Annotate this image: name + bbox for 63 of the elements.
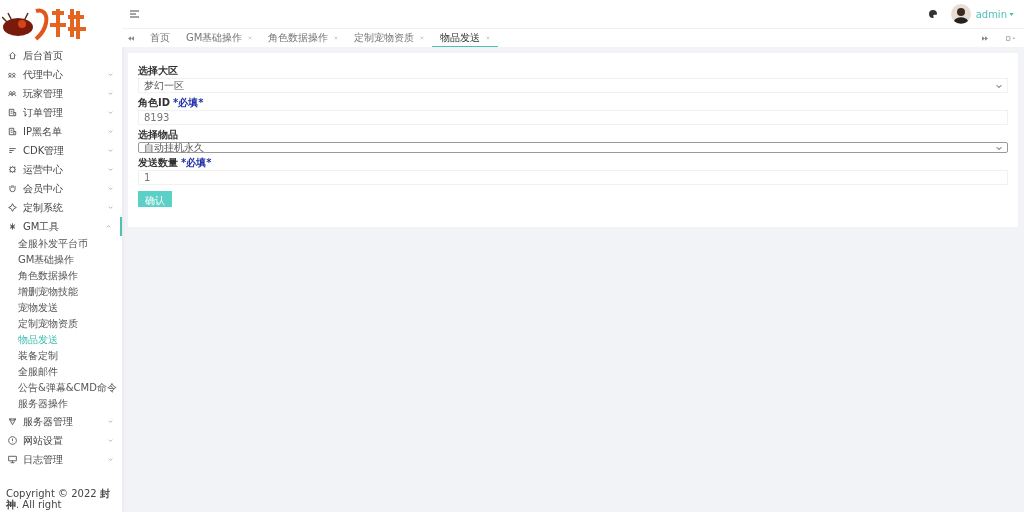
submenu-item[interactable]: 装备定制 [0, 348, 122, 364]
chevron-icon [107, 418, 114, 425]
copyright-text: Copyright © 2022 封神. All right [5, 488, 111, 512]
chevron-icon [107, 71, 114, 78]
chevron-icon [107, 128, 114, 135]
menu-item[interactable]: 日志管理 [0, 450, 122, 469]
close-icon[interactable] [334, 35, 339, 40]
required-note: *必填* [181, 157, 212, 168]
tab[interactable]: 定制宠物资质 [346, 29, 433, 47]
select-field[interactable]: 自动挂机永久 [138, 142, 1008, 153]
chevron-icon [107, 456, 114, 463]
chevron-icon [107, 185, 114, 192]
menu-item[interactable]: 后台首页 [0, 46, 122, 65]
chevron-icon [107, 204, 114, 211]
menu-item[interactable]: 玩家管理 [0, 84, 122, 103]
chevron-icon [107, 437, 114, 444]
input-field[interactable]: 8193 [138, 110, 1008, 125]
input-field[interactable]: 1 [138, 170, 1008, 185]
close-icon[interactable] [420, 35, 425, 40]
menu-item[interactable]: 定制系统 [0, 198, 122, 217]
menu-item[interactable]: 服务器管理 [0, 412, 122, 431]
close-icon[interactable] [248, 35, 253, 40]
menu-item[interactable]: 会员中心 [0, 179, 122, 198]
field-label: 发送数量 [138, 157, 178, 168]
menu-item[interactable]: CDK管理 [0, 141, 122, 160]
submenu-item[interactable]: 增删宠物技能 [0, 284, 122, 300]
chevron-icon [107, 109, 114, 116]
scroll-left-icon[interactable] [128, 35, 134, 41]
submenu-item[interactable]: 定制宠物资质 [0, 316, 122, 332]
avatar[interactable] [950, 4, 971, 24]
chevron-icon [996, 144, 1002, 151]
tab[interactable]: 角色数据操作 [260, 29, 347, 47]
menu-item[interactable]: 网站设置 [0, 431, 122, 450]
required-note: *必填* [173, 97, 204, 108]
submenu-item[interactable]: 全服邮件 [0, 364, 122, 380]
chevron-icon [107, 147, 114, 154]
chevron-icon [107, 166, 114, 173]
submenu-item[interactable]: 公告&弹幕&CMD命令 [0, 380, 122, 396]
scroll-right-icon[interactable] [982, 35, 988, 41]
caret-icon [1009, 12, 1014, 16]
chevron-icon [996, 82, 1002, 89]
menu-item[interactable]: 代理中心 [0, 65, 122, 84]
submenu-item[interactable]: 全服补发平台币 [0, 236, 122, 252]
chevron-icon [107, 90, 114, 97]
chevron-icon [105, 223, 112, 230]
tab-menu-icon[interactable] [1006, 35, 1016, 41]
menu-item[interactable]: 运营中心 [0, 160, 122, 179]
field-label: 角色ID [138, 97, 171, 108]
menu-item[interactable]: GM工具 [0, 217, 122, 236]
tab[interactable]: GM基础操作 [178, 29, 261, 47]
close-icon[interactable] [486, 35, 491, 40]
palette-icon[interactable] [928, 10, 937, 18]
menu-item[interactable]: IP黑名单 [0, 122, 122, 141]
menu-item[interactable]: 订单管理 [0, 103, 122, 122]
field-label: 选择大区 [138, 65, 178, 76]
field-label: 选择物品 [138, 129, 178, 140]
submenu-item[interactable]: 服务器操作 [0, 396, 122, 412]
submenu-item[interactable]: 宠物发送 [0, 300, 122, 316]
submenu-item[interactable]: 角色数据操作 [0, 268, 122, 284]
select-field[interactable]: 梦幻一区 [138, 78, 1008, 93]
tab[interactable]: 物品发送 [432, 29, 499, 47]
tab[interactable]: 首页 [142, 29, 178, 47]
submenu-item[interactable]: GM基础操作 [0, 252, 122, 268]
